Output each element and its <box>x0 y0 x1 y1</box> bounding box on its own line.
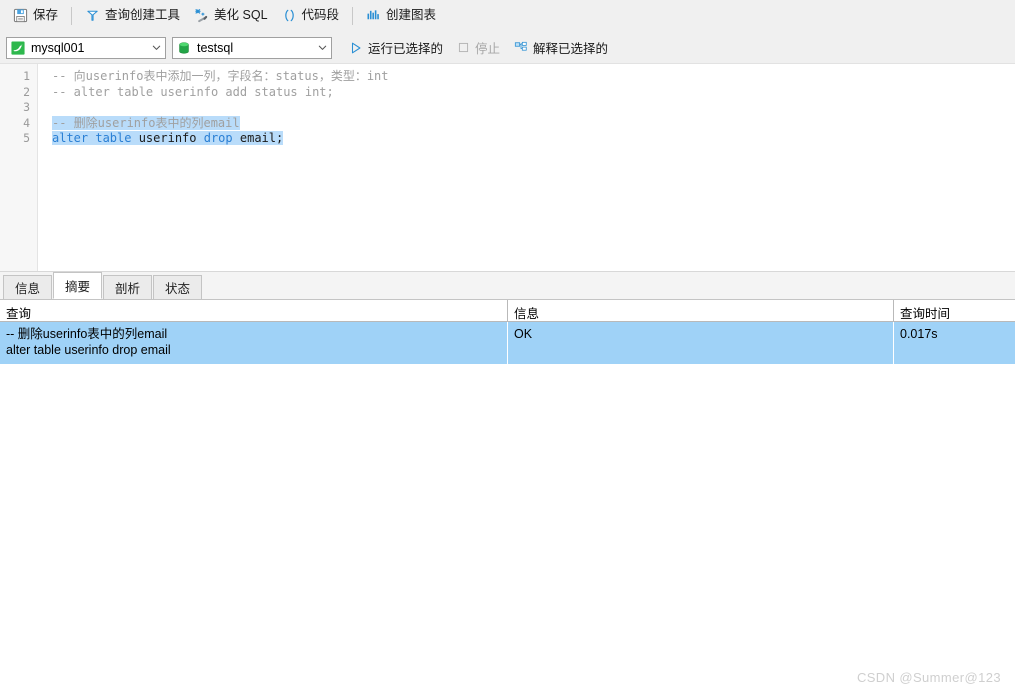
explain-plan-icon <box>514 41 528 55</box>
result-tabs: 信息 摘要 剖析 状态 <box>0 272 1015 300</box>
code-snippet-button[interactable]: 代码段 <box>275 5 347 26</box>
code-line[interactable]: -- alter table userinfo add status int; <box>52 85 1015 101</box>
grid-header-row: 查询 信息 查询时间 <box>0 300 1015 322</box>
code-segment: userinfo <box>131 131 204 145</box>
result-grid: 查询 信息 查询时间 -- 删除userinfo表中的列email alter … <box>0 300 1015 694</box>
code-segment: email; <box>232 131 284 145</box>
column-header-message[interactable]: 信息 <box>508 300 894 321</box>
cell-query[interactable]: -- 删除userinfo表中的列email alter table useri… <box>0 322 508 364</box>
line-number: 1 <box>23 69 30 83</box>
database-cylinder-icon <box>177 41 191 55</box>
line-number-gutter: 12345 <box>0 64 38 271</box>
code-line[interactable]: -- 向userinfo表中添加一列，字段名：status，类型：int <box>52 69 1015 85</box>
chevron-down-icon <box>315 41 329 55</box>
beautify-sql-icon <box>194 8 209 23</box>
query-builder-icon <box>85 8 100 23</box>
save-label: 保存 <box>33 8 59 23</box>
code-line[interactable]: alter table userinfo drop email; <box>52 131 1015 147</box>
code-line[interactable] <box>52 100 1015 116</box>
line-number: 4 <box>23 115 30 130</box>
run-selected-button[interactable]: 运行已选择的 <box>342 35 450 60</box>
line-number: 5 <box>23 131 30 145</box>
tab-摘要[interactable]: 摘要 <box>53 272 103 299</box>
line-number: 3 <box>23 100 30 114</box>
play-icon <box>349 41 363 55</box>
create-chart-label: 创建图表 <box>386 8 437 23</box>
tab-剖析[interactable]: 剖析 <box>103 275 153 299</box>
toolbar-separator-2 <box>352 6 354 25</box>
create-chart-button[interactable]: 创建图表 <box>359 5 443 26</box>
sql-editor[interactable]: 12345 -- 向userinfo表中添加一列，字段名：status，类型：i… <box>0 64 1015 272</box>
tab-状态[interactable]: 状态 <box>153 275 203 299</box>
code-segment: -- alter table userinfo add status int; <box>52 84 334 99</box>
save-button[interactable]: 保存 <box>6 5 65 26</box>
code-line[interactable]: -- 删除userinfo表中的列email <box>52 115 1015 132</box>
chevron-down-icon <box>149 41 163 55</box>
connection-toolbar: mysql001 testsql 运行已选择的 停止 解释已选择的 <box>0 32 1015 64</box>
sql-code-area[interactable]: -- 向userinfo表中添加一列，字段名：status，类型：int -- a… <box>38 64 1015 271</box>
database-value: testsql <box>197 40 234 55</box>
connection-select[interactable]: mysql001 <box>6 36 166 59</box>
cell-message[interactable]: OK <box>508 322 894 364</box>
run-selected-label: 运行已选择的 <box>368 42 444 56</box>
mysql-dolphin-icon <box>11 40 25 55</box>
column-header-query[interactable]: 查询 <box>0 300 508 321</box>
toolbar-separator-1 <box>71 6 73 25</box>
tab-信息[interactable]: 信息 <box>3 275 53 299</box>
code-segment: alter <box>52 131 89 145</box>
explain-selected-label: 解释已选择的 <box>533 42 609 56</box>
code-segment: -- 向userinfo表中添加一列，字段名：status，类型：int <box>52 69 389 83</box>
connection-value: mysql001 <box>31 40 85 55</box>
code-snippet-label: 代码段 <box>301 8 340 23</box>
save-icon <box>13 8 28 23</box>
explain-selected-button[interactable]: 解释已选择的 <box>507 35 615 60</box>
table-row[interactable]: -- 删除userinfo表中的列email alter table useri… <box>0 322 1015 365</box>
code-snippet-icon <box>282 8 297 23</box>
beautify-sql-label: 美化 SQL <box>214 8 268 23</box>
column-header-time[interactable]: 查询时间 <box>894 300 1015 321</box>
code-segment: table <box>95 131 132 145</box>
cell-time[interactable]: 0.017s <box>894 322 1015 364</box>
stop-icon <box>457 41 470 54</box>
query-builder-label: 查询创建工具 <box>105 8 181 23</box>
line-number: 2 <box>23 84 30 99</box>
stop-button[interactable]: 停止 <box>450 35 507 60</box>
sql-editor-window: 保存 查询创建工具 美化 SQL 代码段 创建图表 mysql001 tests… <box>0 0 1015 694</box>
watermark: CSDN @Summer@123 <box>856 670 1001 685</box>
create-chart-icon <box>366 8 381 23</box>
code-segment: -- 删除userinfo表中的列email <box>52 115 240 130</box>
beautify-sql-button[interactable]: 美化 SQL <box>187 5 275 26</box>
stop-label: 停止 <box>475 42 501 56</box>
query-builder-button[interactable]: 查询创建工具 <box>78 5 187 26</box>
database-select[interactable]: testsql <box>172 36 332 59</box>
main-toolbar: 保存 查询创建工具 美化 SQL 代码段 创建图表 <box>0 0 1015 32</box>
code-segment: drop <box>203 131 233 145</box>
